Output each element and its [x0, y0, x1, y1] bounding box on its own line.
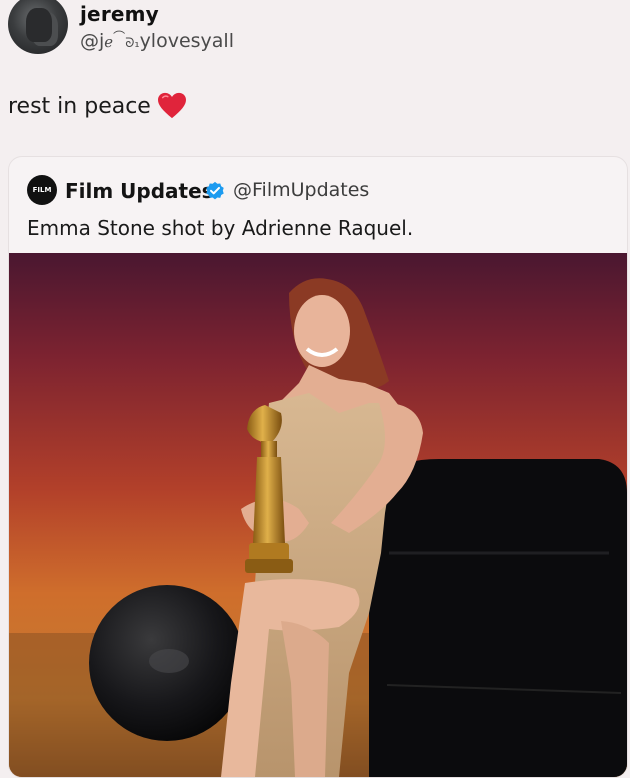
verified-badge-icon [206, 181, 224, 200]
red-heart-icon [157, 92, 186, 119]
quoted-account-handle[interactable]: @FilmUpdates [233, 179, 369, 201]
tweet-text-content: rest in peace [8, 93, 151, 119]
user-handle[interactable]: @jℯ⌒ᘐ₁ylovesyall [80, 28, 234, 52]
tweet-text: rest in peace [8, 92, 187, 120]
tweet-header: jeremy @jℯ⌒ᘐ₁ylovesyall [0, 0, 630, 64]
photo-illustration [9, 253, 627, 777]
quoted-account-name[interactable]: Film Updates [65, 179, 214, 203]
quoted-account-avatar[interactable]: FILM [27, 175, 57, 205]
avatar-figure [26, 8, 52, 42]
display-name[interactable]: jeremy [80, 2, 159, 26]
quoted-tweet-text: Emma Stone shot by Adrienne Raquel. [27, 216, 414, 240]
avatar[interactable] [8, 0, 68, 54]
photo-emma-stone-golden-globe[interactable] [9, 253, 627, 777]
quoted-tweet-card[interactable]: FILM Film Updates @FilmUpdates Emma Ston… [8, 156, 628, 778]
